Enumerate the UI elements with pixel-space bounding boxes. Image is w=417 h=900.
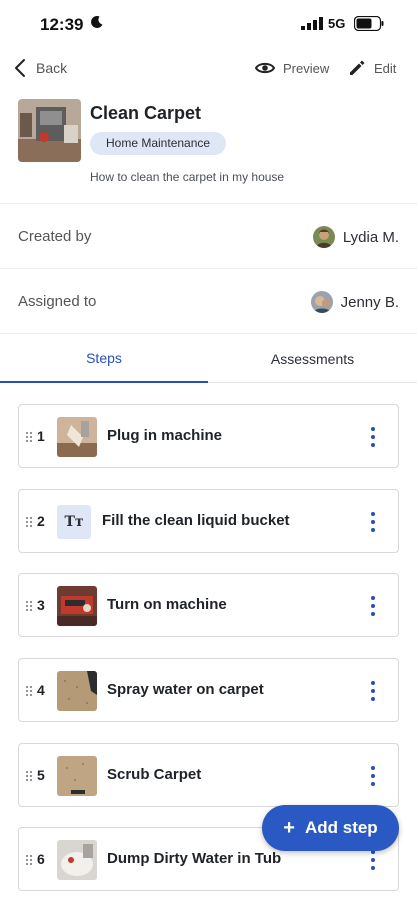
drag-handle-icon[interactable] [25,770,33,782]
drag-handle-icon[interactable] [25,431,33,443]
more-options-icon[interactable] [370,680,376,702]
network-type: 5G [328,16,346,31]
tab-steps[interactable]: Steps [0,335,208,383]
step-number: 1 [37,428,45,444]
step-thumbnail [57,417,97,457]
task-description: How to clean the carpet in my house [90,170,285,184]
step-title: Spray water on carpet [107,681,264,698]
step-thumbnail [57,671,97,711]
task-title: Clean Carpet [90,103,202,123]
creator: Lydia M. [312,225,399,249]
assignee-avatar [310,291,333,313]
step-thumbnail [57,840,97,880]
status-time: 12:39 [40,15,84,34]
step-card[interactable]: 5 Scrub Carpet [18,743,399,807]
add-step-button[interactable]: + Add step [262,805,399,851]
divider [0,333,417,334]
edit-button[interactable]: Edit [348,54,396,82]
plus-icon: + [283,817,295,839]
status-bar: 12:39 5G [0,0,417,46]
drag-handle-icon[interactable] [25,854,33,866]
chevron-left-icon [15,59,25,77]
moon-icon [91,15,103,28]
eye-icon [255,62,275,74]
step-number: 4 [37,682,45,698]
pencil-icon [350,60,365,75]
step-title: Scrub Carpet [107,766,202,783]
creator-name: Lydia M. [342,228,399,246]
step-number: 5 [37,767,45,783]
assigned-to-row: Assigned to Jenny B. [0,269,417,333]
top-nav: Back Preview Edit [0,50,417,86]
preview-button[interactable]: Preview [255,54,329,82]
edit-label: Edit [374,60,397,76]
step-card[interactable]: 3 Turn on machine [18,573,399,637]
back-button[interactable]: Back [14,54,67,82]
step-number: 2 [37,513,45,529]
tab-assessments[interactable]: Assessments [208,335,417,383]
creator-avatar [312,226,335,248]
signal-icon [301,17,323,30]
drag-handle-icon[interactable] [25,600,33,612]
step-thumbnail [57,586,97,626]
tab-bar: Steps Assessments [0,335,417,383]
step-card[interactable]: 4 Spray water on carpet [18,658,399,722]
step-title: Fill the clean liquid bucket [102,512,290,529]
text-format-icon: Tт [57,505,91,539]
category-badge: Home Maintenance [90,132,227,155]
more-options-icon[interactable] [370,765,376,787]
more-options-icon[interactable] [370,595,376,617]
step-number: 6 [37,851,45,867]
preview-label: Preview [283,60,330,76]
task-thumbnail [18,99,81,162]
step-title: Plug in machine [107,427,223,444]
step-card[interactable]: 2 Tт Fill the clean liquid bucket [18,489,399,553]
drag-handle-icon[interactable] [25,685,33,697]
created-by-row: Created by Lydia M. [0,204,417,268]
created-by-label: Created by [18,228,92,245]
assignee: Jenny B. [310,290,399,314]
step-title: Turn on machine [107,596,227,613]
step-title: Dump Dirty Water in Tub [107,850,282,867]
step-thumbnail [57,756,97,796]
more-options-icon[interactable] [370,511,376,533]
step-card[interactable]: 1 Plug in machine [18,404,399,468]
battery-icon [354,16,384,31]
back-label: Back [36,60,68,76]
add-step-label: Add step [304,818,378,837]
more-options-icon[interactable] [370,426,376,448]
assigned-to-label: Assigned to [18,293,97,310]
drag-handle-icon[interactable] [25,516,33,528]
more-options-icon[interactable] [370,849,376,871]
assignee-name: Jenny B. [340,293,399,311]
step-number: 3 [37,597,45,613]
